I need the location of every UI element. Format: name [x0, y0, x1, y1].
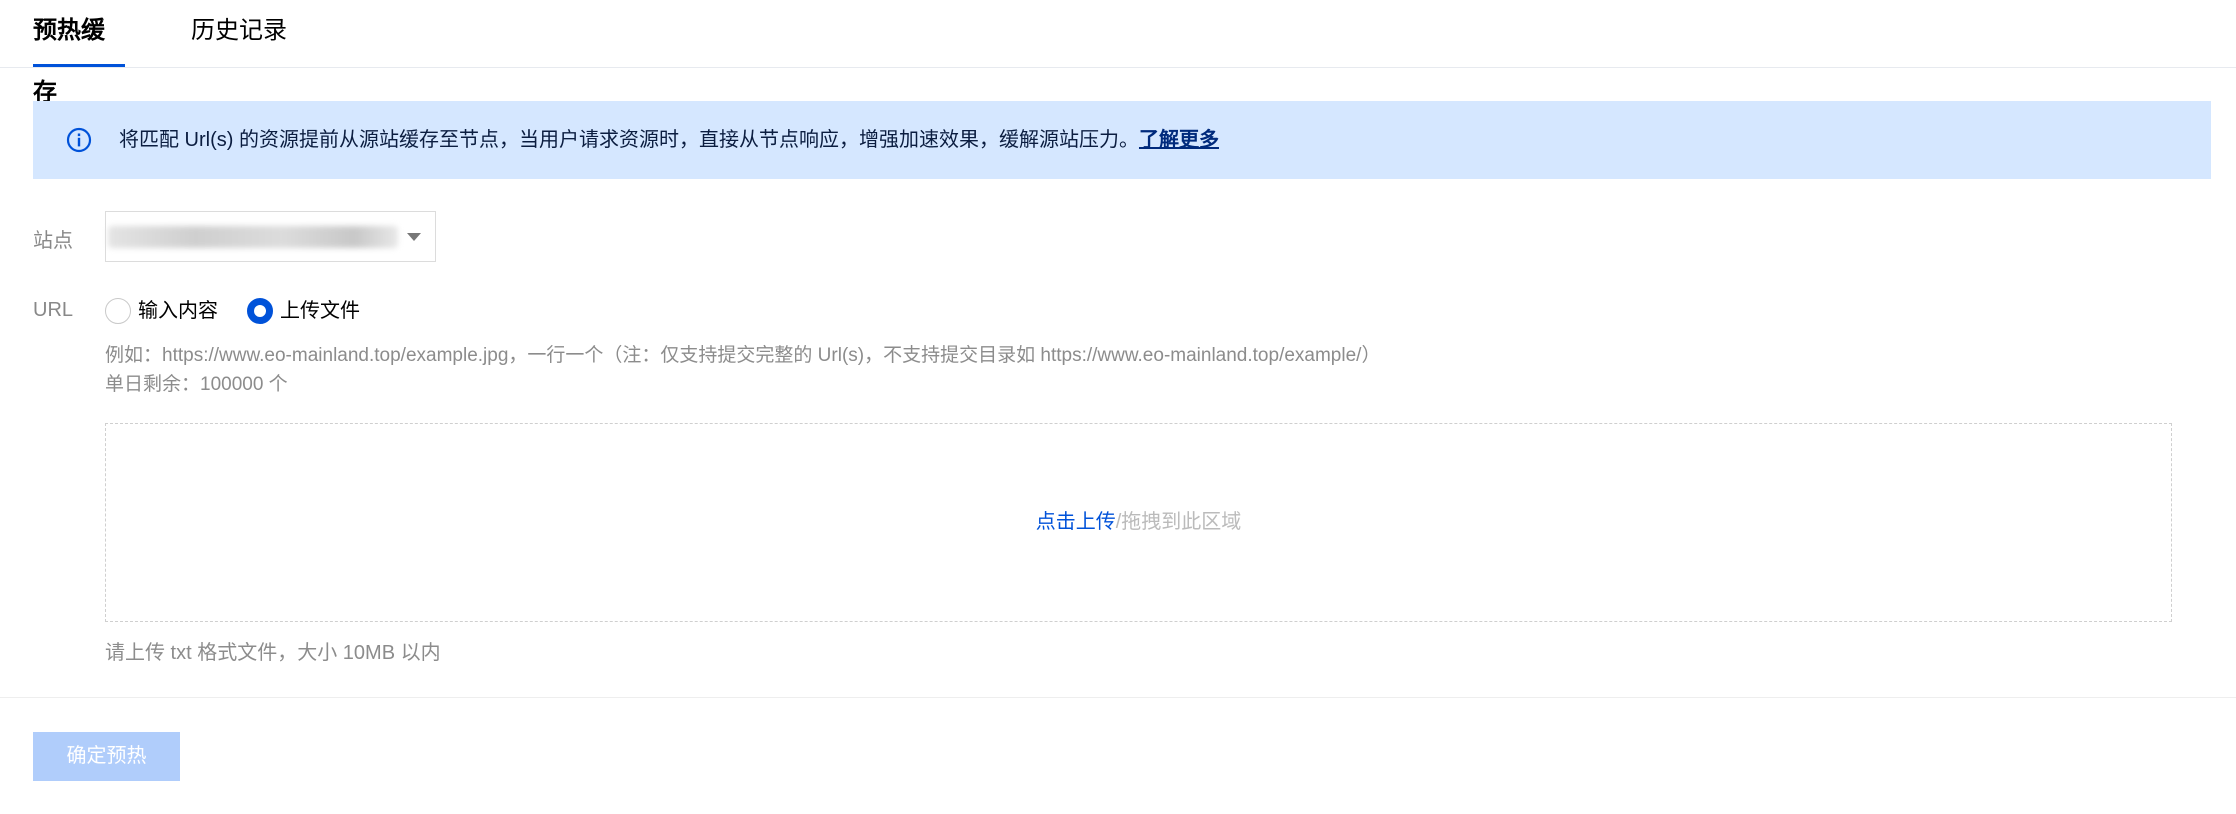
- site-select-value: [108, 226, 398, 248]
- dropzone-text: 点击上传/拖拽到此区域: [106, 424, 2171, 621]
- example-hint: 例如：https://www.eo-mainland.top/example.j…: [105, 345, 1381, 366]
- radio-circle-checked[interactable]: [247, 298, 273, 324]
- banner-message: 将匹配 Url(s) 的资源提前从源站缓存至节点，当用户请求资源时，直接从节点响…: [119, 101, 1219, 179]
- drag-hint: /拖拽到此区域: [1115, 511, 1242, 533]
- info-banner: 将匹配 Url(s) 的资源提前从源站缓存至节点，当用户请求资源时，直接从节点响…: [33, 101, 2211, 179]
- daily-remaining: 单日剩余：100000 个: [105, 374, 288, 395]
- upload-dropzone[interactable]: 点击上传/拖拽到此区域: [105, 423, 2172, 622]
- radio-label: 上传文件: [280, 300, 360, 322]
- site-select[interactable]: [105, 211, 436, 262]
- caret-down-icon: [407, 233, 421, 241]
- confirm-prefetch-button[interactable]: 确定预热: [33, 732, 180, 781]
- tab-bar: 预热缓存 历史记录: [0, 0, 2236, 106]
- click-upload-link[interactable]: 点击上传: [1036, 511, 1116, 533]
- learn-more-link[interactable]: 了解更多: [1139, 129, 1219, 151]
- radio-circle[interactable]: [105, 298, 131, 324]
- prefetch-cache-page: 预热缓存 历史记录 将匹配 Url(s) 的资源提前从源站缓存至节点，当用户请求…: [0, 0, 2236, 814]
- url-label: URL: [33, 299, 74, 321]
- banner-text: 将匹配 Url(s) 的资源提前从源站缓存至节点，当用户请求资源时，直接从节点响…: [119, 129, 1139, 151]
- radio-label: 输入内容: [138, 300, 218, 322]
- site-label: 站点: [33, 230, 73, 252]
- info-icon: [66, 127, 92, 153]
- tab-prefetch-cache[interactable]: 预热缓存: [33, 0, 125, 106]
- tab-history[interactable]: 历史记录: [191, 0, 287, 67]
- footer-divider: [0, 697, 2236, 698]
- upload-note: 请上传 txt 格式文件，大小 10MB 以内: [105, 642, 441, 664]
